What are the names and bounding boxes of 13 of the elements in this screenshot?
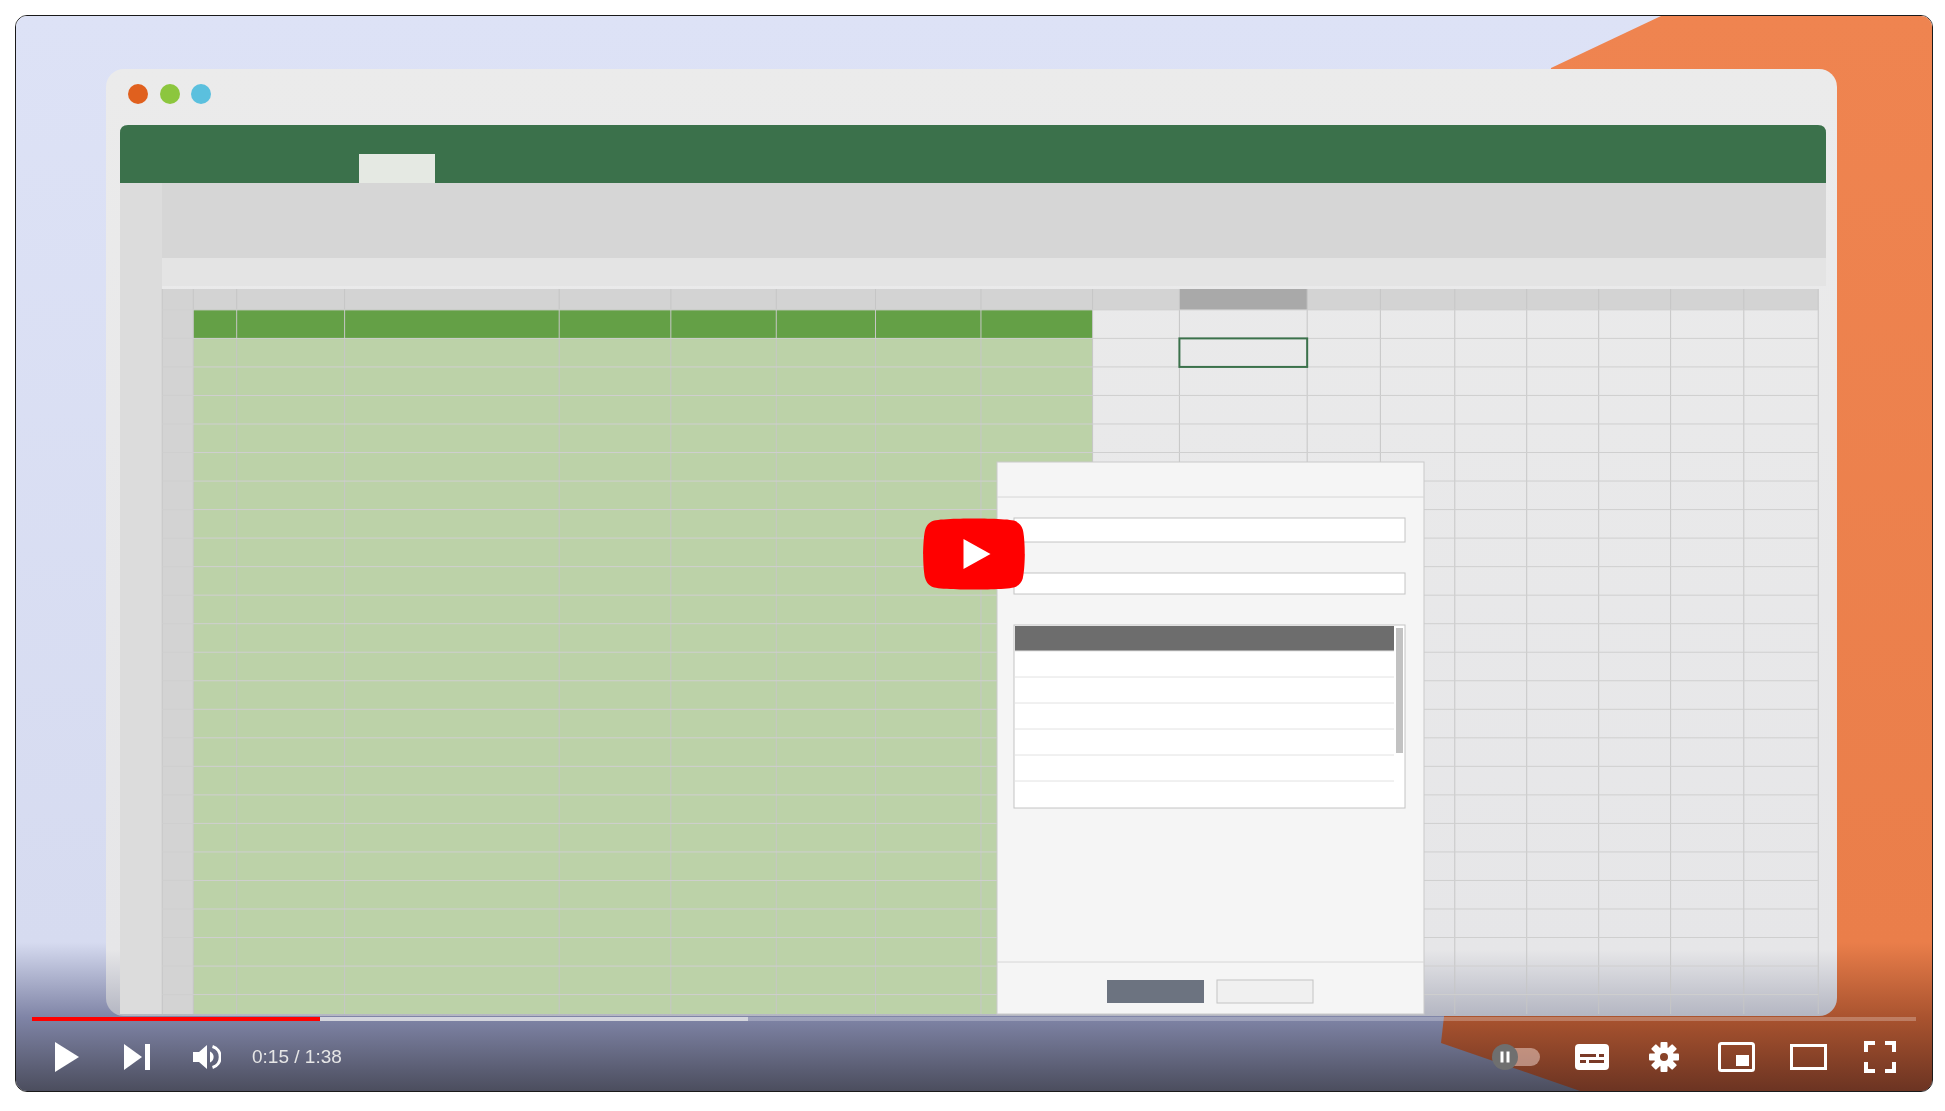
- settings-icon: [1649, 1042, 1679, 1072]
- close-icon: [128, 84, 148, 104]
- miniplayer-icon: [1717, 1042, 1755, 1072]
- play-button[interactable]: [923, 518, 1025, 590]
- pause-icon: [1492, 1044, 1518, 1070]
- time-display: 0:15 / 1:38: [252, 1046, 342, 1068]
- fullscreen-icon: [1864, 1041, 1896, 1073]
- progress-track[interactable]: [32, 1017, 1916, 1021]
- minimize-icon: [160, 84, 180, 104]
- autoplay-toggle[interactable]: [1492, 1044, 1542, 1070]
- theater-mode-icon: [1789, 1044, 1827, 1070]
- maximize-icon: [191, 84, 211, 104]
- next-icon: [124, 1044, 150, 1070]
